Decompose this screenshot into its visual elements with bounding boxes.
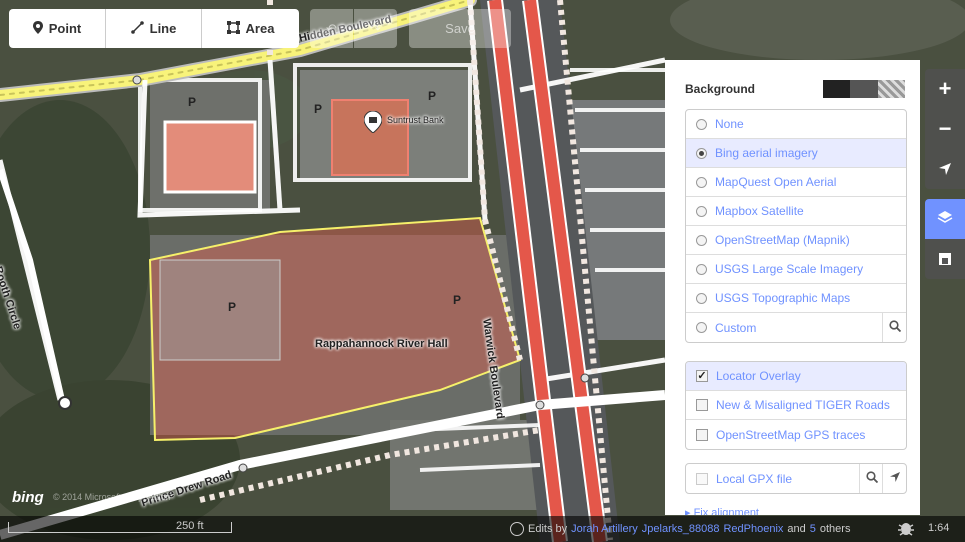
source-mapquest[interactable]: MapQuest Open Aerial	[686, 168, 906, 197]
source-osm-mapnik[interactable]: OpenStreetMap (Mapnik)	[686, 226, 906, 255]
background-source-list: None Bing aerial imagery MapQuest Open A…	[685, 109, 907, 343]
parking-marker: P	[428, 89, 436, 103]
redo-icon: ↷	[370, 20, 381, 36]
line-icon	[130, 20, 144, 37]
add-point-button[interactable]: Point	[9, 9, 106, 48]
locate-arrow-icon	[938, 156, 952, 182]
minus-icon: −	[938, 116, 952, 141]
bank-poi-icon[interactable]	[363, 110, 383, 134]
map-data-button[interactable]	[925, 239, 965, 279]
opacity-none[interactable]	[877, 80, 905, 98]
radio-icon[interactable]	[696, 205, 707, 217]
overlay-list: ✓ Locator Overlay New & Misaligned TIGER …	[685, 361, 907, 450]
geolocate-button[interactable]	[925, 149, 965, 189]
plus-icon: +	[938, 76, 952, 101]
editor-link[interactable]: Jpelarks_88088	[642, 523, 720, 535]
source-custom[interactable]: Custom	[686, 313, 906, 342]
radio-icon[interactable]	[696, 147, 707, 159]
locate-arrow-icon	[889, 471, 901, 486]
overlay-locator[interactable]: ✓ Locator Overlay	[686, 362, 906, 391]
opacity-selector[interactable]	[823, 80, 905, 98]
undo-icon: ↶	[326, 20, 337, 36]
parking-marker: P	[188, 95, 196, 109]
and-label: and	[787, 523, 806, 535]
panel-title: Background	[685, 82, 756, 96]
parking-marker: P	[314, 102, 322, 116]
redo-button[interactable]: ↷	[354, 9, 397, 48]
checkbox-icon[interactable]	[696, 472, 708, 485]
poi-label-suntrust: Suntrust Bank	[387, 115, 444, 125]
area-icon	[226, 20, 240, 37]
parking-marker: P	[228, 300, 236, 314]
source-bing[interactable]: Bing aerial imagery	[686, 139, 906, 168]
point-label: Point	[48, 21, 82, 36]
zoom-in-button[interactable]: +	[925, 69, 965, 109]
mode-toolbar: Point Line Area	[9, 9, 299, 48]
search-icon	[865, 471, 878, 486]
radio-icon[interactable]	[696, 234, 707, 246]
layers-icon	[937, 206, 953, 232]
zoom-level: 1:64	[928, 522, 950, 534]
background-panel: Background None Bing aerial imagery MapQ…	[665, 60, 920, 515]
source-usgs-topo[interactable]: USGS Topographic Maps	[686, 284, 906, 313]
add-area-button[interactable]: Area	[202, 9, 299, 48]
checkbox-icon[interactable]: ✓	[696, 370, 708, 382]
map-data-icon	[938, 246, 952, 272]
add-line-button[interactable]: Line	[106, 9, 202, 48]
gpx-zoom-button[interactable]	[859, 464, 883, 493]
radio-icon[interactable]	[696, 118, 707, 130]
overlay-gps-traces[interactable]: OpenStreetMap GPS traces	[686, 420, 906, 449]
fix-alignment-label: Fix alignment	[693, 507, 759, 515]
fix-alignment-link[interactable]: ▸ Fix alignment	[685, 506, 759, 515]
radio-icon[interactable]	[696, 322, 707, 333]
area-label: Area	[245, 21, 275, 36]
gpx-browse-button[interactable]	[882, 464, 906, 493]
search-icon	[888, 320, 901, 335]
history-icon	[510, 522, 524, 536]
custom-search-button[interactable]	[882, 313, 906, 342]
undo-redo-group: ↶ ↷	[310, 9, 397, 48]
undo-button[interactable]: ↶	[310, 9, 353, 48]
place-label-river-hall[interactable]: Rappahannock River Hall	[315, 338, 448, 350]
point-icon	[32, 20, 43, 37]
radio-icon[interactable]	[696, 263, 707, 275]
local-gpx-row[interactable]: Local GPX file	[686, 464, 906, 493]
editor-link[interactable]: RedPhoenix	[723, 523, 783, 535]
checkbox-icon[interactable]	[696, 399, 708, 411]
gpx-list: Local GPX file	[685, 463, 907, 494]
others-count-link[interactable]: 5	[810, 523, 816, 535]
others-label: others	[819, 523, 851, 535]
radio-icon[interactable]	[696, 176, 707, 188]
radio-icon[interactable]	[696, 292, 707, 304]
edits-attribution: Edits by Jorah Artillery Jpelarks_88088 …	[510, 522, 850, 536]
background-toggle-button[interactable]	[925, 199, 965, 239]
line-label: Line	[149, 21, 177, 36]
source-usgs-imagery[interactable]: USGS Large Scale Imagery	[686, 255, 906, 284]
edits-by-label: Edits by	[528, 523, 568, 535]
overlay-tiger[interactable]: New & Misaligned TIGER Roads	[686, 391, 906, 420]
opacity-half[interactable]	[850, 80, 878, 98]
bug-report-icon[interactable]	[896, 519, 916, 537]
source-mapbox[interactable]: Mapbox Satellite	[686, 197, 906, 226]
bing-logo: bing	[12, 489, 44, 506]
parking-marker: P	[453, 293, 461, 307]
imagery-copyright: © 2014 Microsoft Corporation	[53, 492, 171, 502]
save-button[interactable]: Save	[409, 9, 511, 48]
source-none[interactable]: None	[686, 110, 906, 139]
checkbox-icon[interactable]	[696, 428, 708, 441]
opacity-full[interactable]	[823, 80, 851, 98]
scale-label: 250 ft	[176, 520, 204, 532]
editor-link[interactable]: Jorah Artillery	[571, 523, 638, 535]
zoom-out-button[interactable]: −	[925, 109, 965, 149]
